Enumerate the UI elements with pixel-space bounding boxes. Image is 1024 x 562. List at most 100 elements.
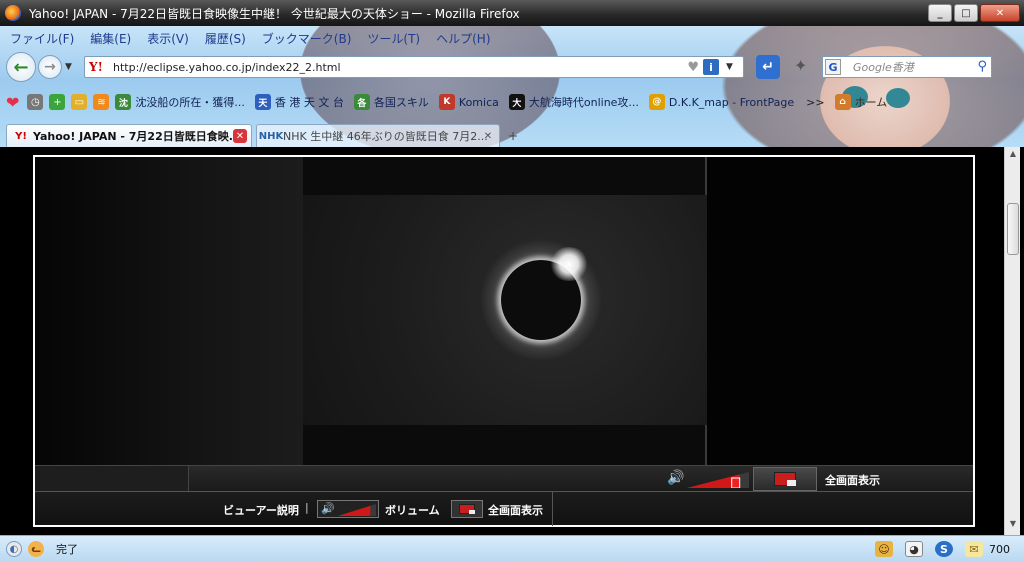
dog-icon[interactable]: ◕ bbox=[905, 541, 923, 557]
menu-item-0[interactable]: ファイル(F) bbox=[10, 30, 74, 47]
folder-icon[interactable]: ▭ bbox=[71, 94, 88, 110]
menu-item-1[interactable]: 編集(E) bbox=[90, 30, 131, 47]
menu-item-4[interactable]: ブックマーク(B) bbox=[262, 30, 352, 47]
volume-legend-triangle bbox=[338, 504, 376, 516]
player-help-bar: ビューアー説明 | 🔊 ボリューム 全画面表示 bbox=[35, 491, 973, 526]
maximize-button[interactable]: □ bbox=[954, 4, 978, 22]
window-title: Yahoo! JAPAN - 7月22日皆既日食映像生中継！ 今世紀最大の天体シ… bbox=[29, 6, 520, 21]
bookmarks-toolbar: ❤ ◷ + ▭ ≋ 沈沈没船の所在・獲得... 天香 港 天 文 台各各国スキル K… bbox=[6, 88, 1024, 116]
speaker-icon: 🔊 bbox=[321, 502, 335, 515]
skill-icon: 各 bbox=[353, 94, 370, 110]
site-info-icon[interactable]: i bbox=[703, 59, 719, 75]
back-button[interactable]: ← bbox=[6, 52, 36, 82]
search-input[interactable]: Google香港 bbox=[853, 59, 914, 75]
scroll-up-icon[interactable]: ▲ bbox=[1007, 149, 1019, 163]
minimize-button[interactable]: _ bbox=[928, 4, 952, 22]
scroll-down-icon[interactable]: ▼ bbox=[1007, 519, 1019, 533]
bookmark-list: 沈沈没船の所在・獲得... 天香 港 天 文 台各各国スキル K Komica 大大航海… bbox=[115, 94, 804, 110]
clock-icon[interactable]: ◷ bbox=[27, 94, 44, 110]
video-player: 🔊 全画面表示 ビューアー説明 | 🔊 ボリューム 全画面表示 bbox=[35, 157, 973, 526]
tab-label: NHK 生中継 46年ぶりの皆既日食 7月2... bbox=[283, 130, 488, 143]
bookmark-star-icon[interactable]: ♥ bbox=[687, 60, 699, 75]
bookmark-label: 沈没船の所在・獲得... bbox=[135, 96, 245, 109]
eclipse-video[interactable] bbox=[303, 157, 707, 465]
separator: | bbox=[305, 501, 309, 514]
bookmark-item-5[interactable]: @ D.K.K_map - FrontPage bbox=[648, 94, 795, 110]
help-bar-box: ビューアー説明 | 🔊 ボリューム 全画面表示 bbox=[35, 492, 553, 526]
control-bar-left-pad bbox=[35, 466, 189, 492]
viewer-help-link[interactable]: ビューアー説明 bbox=[223, 502, 299, 518]
menu-item-3[interactable]: 履歴(S) bbox=[205, 30, 246, 47]
menu-item-6[interactable]: ヘルプ(H) bbox=[436, 30, 490, 47]
vertical-scrollbar[interactable]: ▲ ▼ bbox=[1004, 147, 1020, 535]
page-content: 🔊 全画面表示 ビューアー説明 | 🔊 ボリューム 全画面表示 ▲ ▼ bbox=[0, 147, 1024, 535]
tab-favicon-icon: NHK bbox=[258, 130, 284, 142]
addon-icon[interactable]: ◐ bbox=[6, 541, 22, 557]
tab-close-icon[interactable]: ✕ bbox=[481, 129, 495, 143]
map-icon: @ bbox=[648, 94, 665, 110]
new-tab-button[interactable]: + bbox=[504, 129, 522, 147]
volume-legend-fill bbox=[338, 505, 371, 516]
speaker-icon[interactable]: 🔊 bbox=[667, 470, 684, 486]
firefox-logo-icon bbox=[5, 5, 21, 21]
browser-chrome: ファイル(F) 編集(E) 表示(V) 履歴(S) ブックマーク(B) ツール(T) ヘルプ… bbox=[0, 26, 1024, 147]
bookmark-item-3[interactable]: K Komica bbox=[438, 94, 499, 110]
bookmark-home[interactable]: ⌂ ホーム bbox=[834, 94, 887, 110]
scrollbar-thumb[interactable] bbox=[1007, 203, 1019, 255]
rss-icon[interactable]: ≋ bbox=[93, 94, 110, 110]
url-bar[interactable]: Y! http://eclipse.yahoo.co.jp/index22_2.… bbox=[84, 56, 744, 78]
forward-button[interactable]: → bbox=[38, 55, 62, 79]
history-dropdown-icon[interactable]: ▼ bbox=[65, 62, 75, 72]
mail-icon[interactable]: ✉ bbox=[965, 541, 983, 557]
bookmark-item-4[interactable]: 大大航海時代online攻... bbox=[508, 94, 639, 110]
cat-icon[interactable]: ᓚ bbox=[28, 541, 44, 557]
tab-1[interactable]: NHK NHK 生中継 46年ぶりの皆既日食 7月2... ✕ bbox=[256, 124, 500, 147]
heart-icon[interactable]: ❤ bbox=[6, 93, 19, 112]
volume-label: ボリューム bbox=[385, 504, 440, 517]
add-icon[interactable]: + bbox=[49, 94, 66, 110]
observatory-icon: 天 bbox=[254, 94, 271, 110]
close-window-button[interactable]: ✕ bbox=[980, 4, 1020, 22]
more-bookmarks-button[interactable]: >> bbox=[806, 96, 824, 109]
menu-item-2[interactable]: 表示(V) bbox=[147, 30, 189, 47]
mail-count: 700 bbox=[989, 542, 1010, 556]
skype-icon[interactable]: S bbox=[935, 541, 953, 557]
search-box[interactable]: G Google香港 ⚲ bbox=[822, 56, 992, 78]
window-titlebar: Yahoo! JAPAN - 7月22日皆既日食映像生中継！ 今世紀最大の天体シ… bbox=[0, 0, 1024, 26]
volume-slider[interactable] bbox=[687, 472, 749, 488]
fullscreen-icon bbox=[774, 472, 796, 486]
bookmark-label: D.K.K_map - FrontPage bbox=[668, 95, 795, 109]
status-text: 完了 bbox=[56, 543, 78, 556]
player-control-bar: 🔊 全画面表示 bbox=[35, 465, 973, 492]
url-text[interactable]: http://eclipse.yahoo.co.jp/index22_2.htm… bbox=[113, 61, 341, 74]
status-bar: ◐ ᓚ 完了 ☺ ◕ S ✉ 700 bbox=[0, 535, 1024, 562]
go-button[interactable]: ↵ bbox=[756, 55, 780, 79]
bookmark-item-0[interactable]: 沈沈没船の所在・獲得... bbox=[115, 94, 245, 110]
menu-bar: ファイル(F) 編集(E) 表示(V) 履歴(S) ブックマーク(B) ツール(T) ヘルプ… bbox=[10, 30, 507, 47]
monkey-icon[interactable]: ☺ bbox=[875, 541, 893, 557]
fullscreen-icon bbox=[459, 504, 475, 514]
menu-item-5[interactable]: ツール(T) bbox=[367, 30, 420, 47]
fullscreen-button[interactable] bbox=[753, 467, 817, 491]
bookmark-item-2[interactable]: 各各国スキル bbox=[353, 94, 429, 110]
tab-0[interactable]: Y! Yahoo! JAPAN - 7月22日皆既日食映... ✕ bbox=[6, 124, 252, 147]
yahoo-favicon-icon: Y! bbox=[89, 60, 103, 74]
status-bar-icons: ☺ ◕ S ✉ 700 bbox=[875, 541, 1010, 557]
diamond-ring-flare bbox=[549, 247, 589, 281]
bookmark-item-1[interactable]: 天香 港 天 文 台 bbox=[254, 94, 344, 110]
search-icon[interactable]: ⚲ bbox=[977, 59, 987, 74]
home-icon: ⌂ bbox=[834, 94, 851, 110]
voyage-icon: 大 bbox=[508, 94, 525, 110]
fullscreen-legend-icon bbox=[451, 500, 483, 518]
volume-legend-icon: 🔊 bbox=[317, 500, 379, 518]
tools-icon[interactable]: ✦ bbox=[794, 56, 816, 78]
fullscreen-label[interactable]: 全画面表示 bbox=[825, 472, 880, 488]
player-right-panel bbox=[707, 157, 973, 465]
bookmark-label: Komica bbox=[458, 95, 499, 109]
search-engine-icon[interactable]: G bbox=[825, 59, 841, 75]
tab-close-icon[interactable]: ✕ bbox=[233, 129, 247, 143]
url-bar-icons: ♥ i ▼ bbox=[687, 59, 739, 75]
volume-knob[interactable] bbox=[731, 477, 741, 488]
tab-favicon-icon: Y! bbox=[15, 130, 27, 142]
url-dropdown-icon[interactable]: ▼ bbox=[726, 62, 736, 72]
